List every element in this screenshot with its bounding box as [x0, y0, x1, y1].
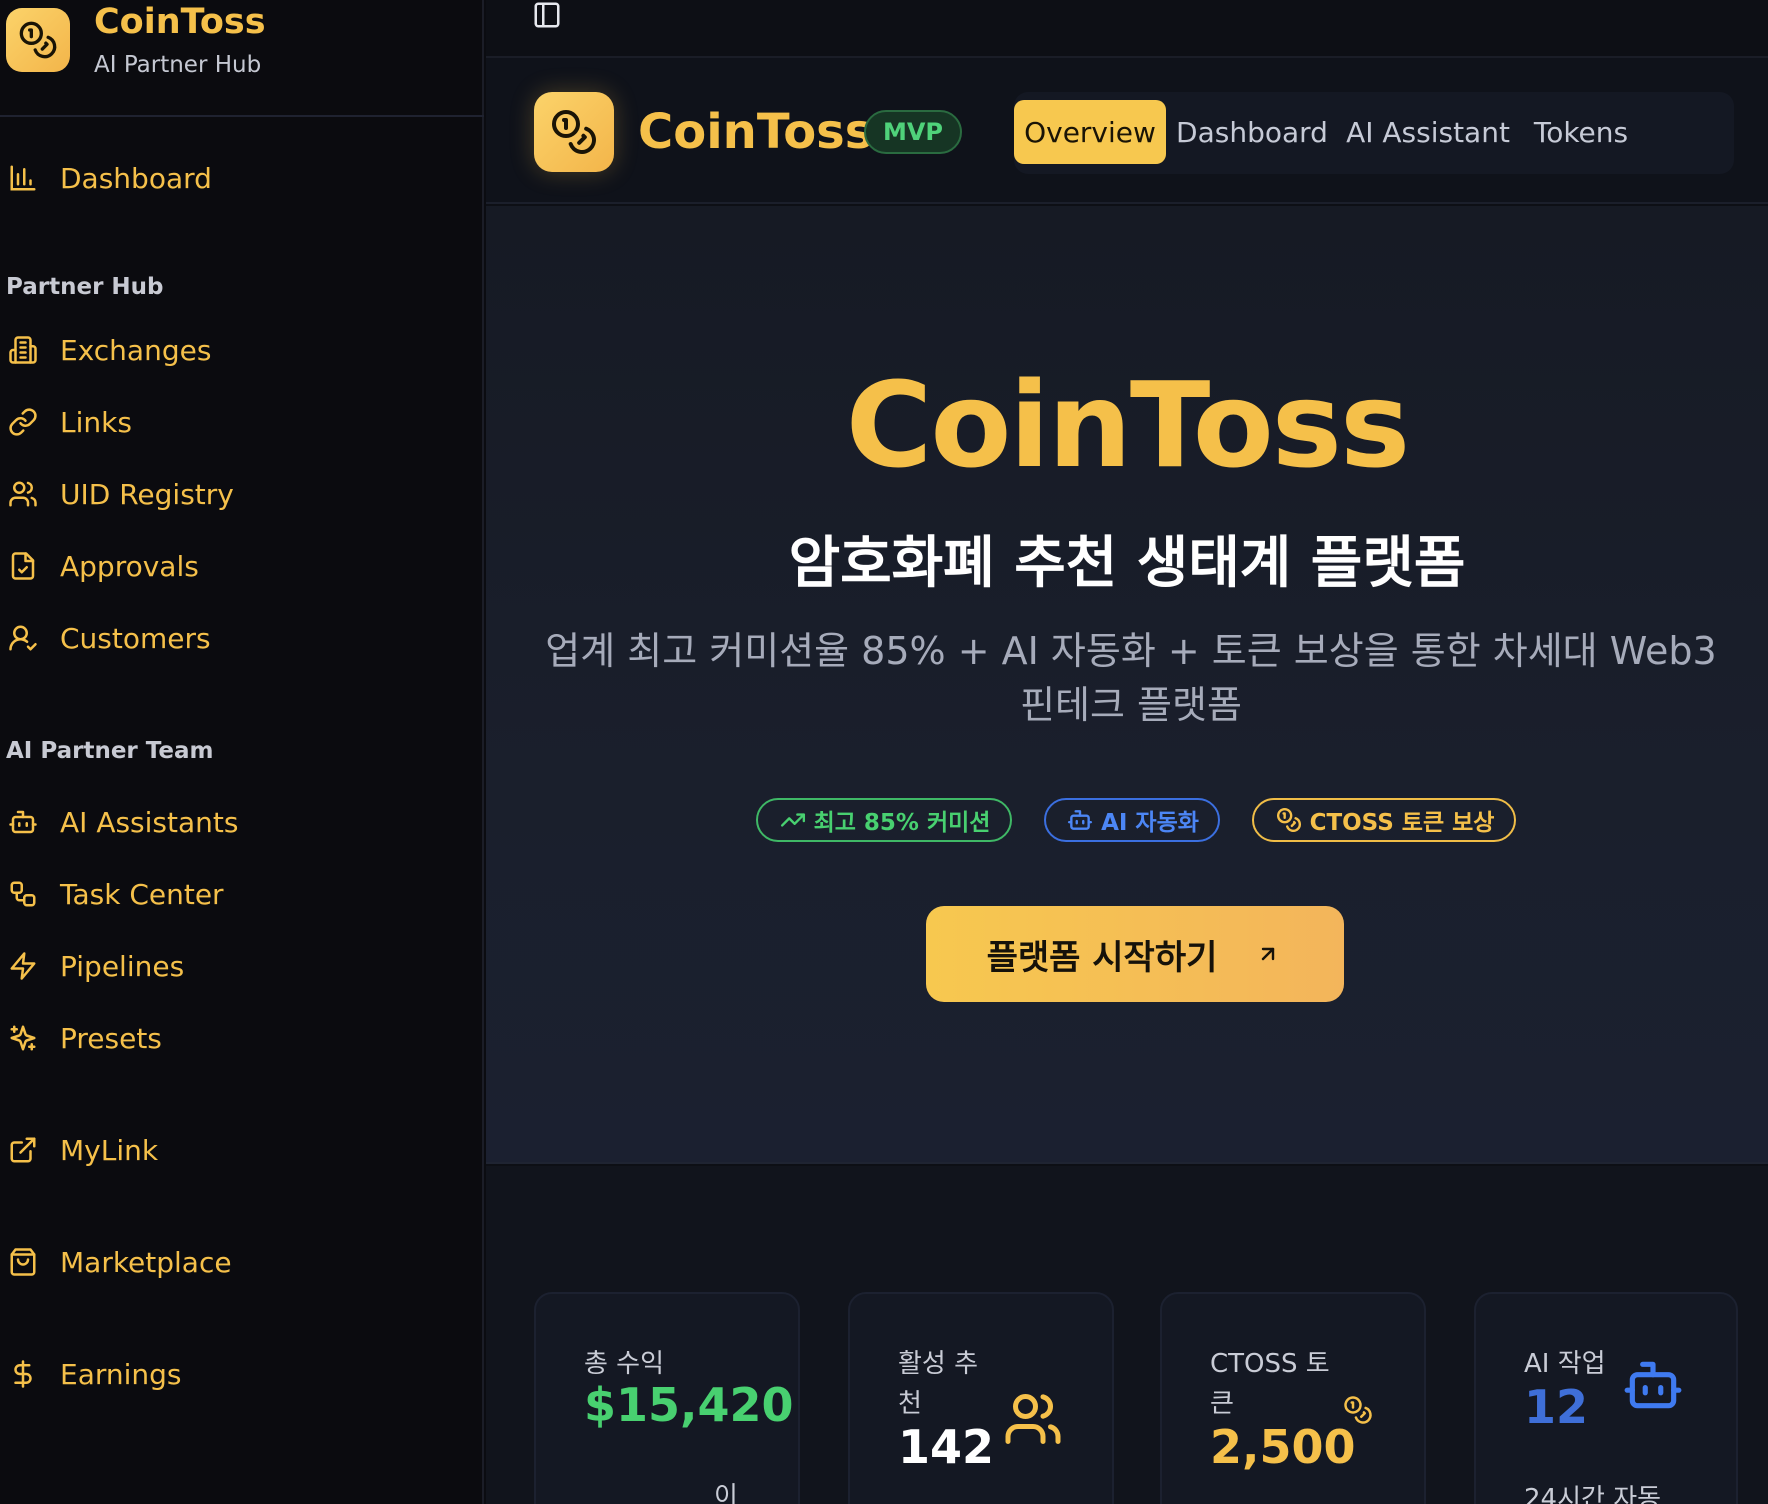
sidebar-item-label: Task Center	[60, 877, 224, 911]
topbar	[486, 0, 1768, 58]
start-platform-button[interactable]: 플랫폼 시작하기	[926, 906, 1344, 1002]
sidebar-item-label: AI Assistants	[60, 805, 239, 839]
sidebar-item-mylink[interactable]: MyLink	[6, 1126, 158, 1174]
sidebar-item-label: Exchanges	[60, 333, 212, 367]
bot-icon	[6, 805, 40, 839]
stats-section: 총 수익 $15,420.5 이 활성 추천 142 CTOSS 토큰 2,50…	[486, 1166, 1768, 1504]
tab-dashboard[interactable]: Dashboard	[1174, 100, 1330, 164]
stat-card-active-referrals: 활성 추천 142	[848, 1292, 1114, 1504]
sidebar-item-dashboard[interactable]: Dashboard	[6, 154, 212, 202]
sidebar-item-uid-registry[interactable]: UID Registry	[6, 470, 234, 518]
coins-icon	[1274, 805, 1304, 835]
section-title-partner-hub: Partner Hub	[6, 274, 164, 300]
zap-icon	[6, 949, 40, 983]
sidebar-item-label: Pipelines	[60, 949, 185, 983]
tab-tokens[interactable]: Tokens	[1526, 100, 1636, 164]
tab-overview[interactable]: Overview	[1014, 100, 1166, 164]
hero-title: CoinToss	[845, 356, 1410, 494]
sidebar-item-earnings[interactable]: Earnings	[6, 1350, 182, 1398]
chip-label: CTOSS 토큰 보상	[1309, 810, 1495, 836]
coins-logo-icon[interactable]	[534, 92, 614, 172]
sidebar: CoinToss AI Partner Hub Dashboard Partne…	[0, 0, 484, 1504]
sidebar-item-label: Links	[60, 405, 132, 439]
external-link-icon	[6, 1133, 40, 1167]
stat-card-ai-tasks: AI 작업 12 24시간 자동	[1474, 1292, 1738, 1504]
brand-name: CoinToss	[94, 2, 266, 42]
sidebar-item-label: Marketplace	[60, 1245, 232, 1279]
hero-subtitle: 암호화폐 추천 생태계 플랫폼	[788, 531, 1466, 596]
building-icon	[6, 333, 40, 367]
stat-card-total-revenue: 총 수익 $15,420.5 이	[534, 1292, 800, 1504]
user-check-icon	[6, 621, 40, 655]
file-check-icon	[6, 549, 40, 583]
bot-icon	[1622, 1354, 1684, 1416]
sidebar-item-label: Earnings	[60, 1357, 182, 1391]
stat-label: 활성 추천	[898, 1349, 979, 1419]
chip-label: 최고 85% 커미션	[813, 810, 991, 836]
brand-subtitle: AI Partner Hub	[94, 52, 262, 78]
users-icon	[1002, 1388, 1064, 1450]
app-header: CoinToss MVP Overview Dashboard AI Assis…	[486, 58, 1768, 204]
cta-label: 플랫폼 시작하기	[986, 937, 1218, 978]
trending-up-icon	[778, 805, 808, 835]
sidebar-item-label: Customers	[60, 621, 211, 655]
sidebar-item-task-center[interactable]: Task Center	[6, 870, 224, 918]
mvp-badge: MVP	[864, 110, 962, 154]
stat-card-ctoss-tokens: CTOSS 토큰 2,500	[1160, 1292, 1426, 1504]
sidebar-item-label: Presets	[60, 1021, 162, 1055]
tab-ai-assistant[interactable]: AI Assistant	[1344, 100, 1512, 164]
coins-icon	[1338, 1390, 1378, 1430]
stat-value: $15,420.5	[584, 1378, 798, 1432]
sidebar-item-customers[interactable]: Customers	[6, 614, 211, 662]
sidebar-item-label: Dashboard	[60, 161, 212, 195]
hero-description: 업계 최고 커미션율 85% + AI 자동화 + 토큰 보상을 통한 차세대 …	[545, 629, 1717, 727]
hero-section: CoinToss 암호화폐 추천 생태계 플랫폼 업계 최고 커미션율 85% …	[486, 206, 1768, 1164]
stat-footnote: 이	[714, 1482, 738, 1504]
users-icon	[6, 477, 40, 511]
sidebar-item-label: MyLink	[60, 1133, 159, 1167]
link-icon	[6, 405, 40, 439]
bar-chart-icon	[6, 161, 40, 195]
sparkles-icon	[6, 1021, 40, 1055]
chip-token-reward: CTOSS 토큰 보상	[1252, 798, 1516, 842]
sidebar-item-approvals[interactable]: Approvals	[6, 542, 199, 590]
sidebar-item-pipelines[interactable]: Pipelines	[6, 942, 184, 990]
sidebar-item-ai-assistants[interactable]: AI Assistants	[6, 798, 238, 846]
stat-footnote: 24시간 자동	[1524, 1484, 1662, 1504]
chip-commission: 최고 85% 커미션	[756, 798, 1012, 842]
chip-ai-automation: AI 자동화	[1044, 798, 1220, 842]
sidebar-item-presets[interactable]: Presets	[6, 1014, 162, 1062]
header-tabs: Overview Dashboard AI Assistant Tokens	[1014, 92, 1734, 174]
sidebar-item-exchanges[interactable]: Exchanges	[6, 326, 211, 374]
shopping-bag-icon	[6, 1245, 40, 1279]
bot-icon	[1065, 805, 1095, 835]
stat-value: 142	[898, 1420, 995, 1474]
main-content: CoinToss MVP Overview Dashboard AI Assis…	[486, 0, 1768, 1504]
sidebar-divider	[0, 115, 484, 117]
stat-label: CTOSS 토큰	[1210, 1349, 1330, 1419]
coins-logo-icon	[6, 8, 70, 72]
workflow-icon	[6, 877, 40, 911]
sidebar-item-links[interactable]: Links	[6, 398, 132, 446]
sidebar-item-label: Approvals	[60, 549, 199, 583]
dollar-icon	[6, 1357, 40, 1391]
chip-label: AI 자동화	[1101, 810, 1199, 836]
sidebar-item-label: UID Registry	[60, 477, 234, 511]
sidebar-item-marketplace[interactable]: Marketplace	[6, 1238, 232, 1286]
section-title-ai-partner-team: AI Partner Team	[6, 738, 214, 764]
app-window: CoinToss AI Partner Hub Dashboard Partne…	[0, 0, 1768, 1504]
arrow-up-right-icon	[1253, 939, 1283, 969]
sidebar-toggle-icon[interactable]	[532, 0, 566, 30]
sidebar-brand[interactable]: CoinToss AI Partner Hub	[6, 0, 484, 116]
stat-value: 12	[1524, 1380, 1589, 1434]
header-title: CoinToss	[638, 104, 874, 160]
stat-value: 2,500	[1210, 1420, 1356, 1474]
